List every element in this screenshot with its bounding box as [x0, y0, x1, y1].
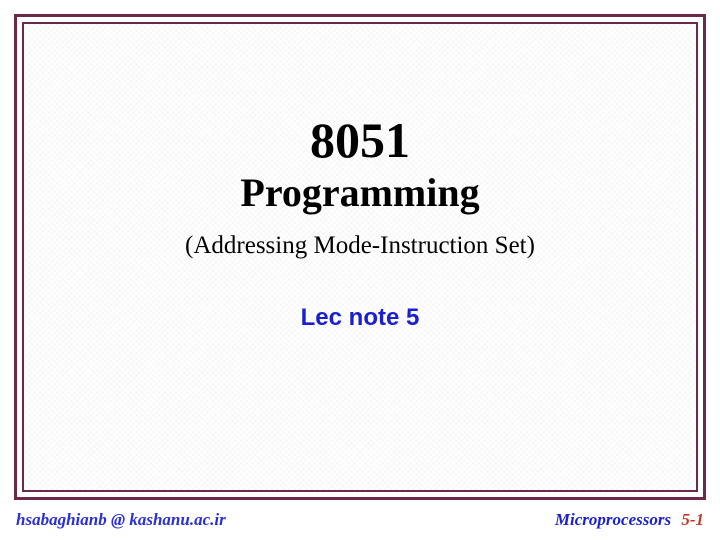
footer: hsabaghianb @ kashanu.ac.ir Microprocess…: [16, 510, 704, 530]
lecture-note-label: Lec note 5: [301, 304, 420, 332]
slide-frame-inner: 8051 Programming (Addressing Mode-Instru…: [22, 22, 698, 492]
title-line-1: 8051: [310, 114, 410, 167]
slide-frame-outer: 8051 Programming (Addressing Mode-Instru…: [14, 14, 706, 500]
footer-page-number: 5-1: [681, 510, 704, 529]
footer-author: hsabaghianb @ kashanu.ac.ir: [16, 510, 226, 530]
subtitle: (Addressing Mode-Instruction Set): [185, 232, 535, 260]
title-line-2: Programming: [240, 169, 479, 216]
slide-content: 8051 Programming (Addressing Mode-Instru…: [24, 24, 696, 490]
footer-right: Microprocessors 5-1: [555, 510, 704, 530]
footer-course: Microprocessors: [555, 510, 671, 529]
